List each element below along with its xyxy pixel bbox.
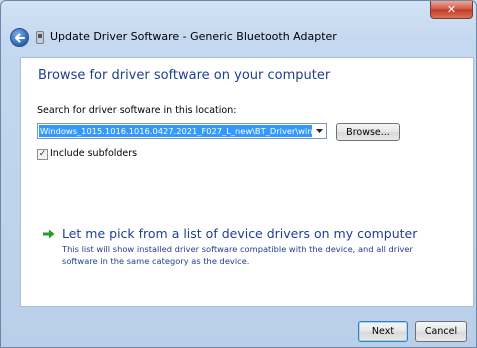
include-subfolders-checkbox[interactable]: ✓ bbox=[37, 149, 48, 160]
pick-from-list-description: This list will show installed driver sof… bbox=[62, 243, 462, 267]
cancel-button[interactable]: Cancel bbox=[415, 321, 467, 342]
green-arrow-icon bbox=[43, 229, 55, 239]
window-title: Update Driver Software - Generic Bluetoo… bbox=[50, 30, 337, 43]
page-title: Browse for driver software on your compu… bbox=[38, 68, 331, 83]
search-location-label: Search for driver software in this locat… bbox=[37, 105, 237, 116]
next-button[interactable]: Next bbox=[358, 321, 408, 342]
pick-desc-line-1: This list will show installed driver sof… bbox=[62, 244, 413, 254]
path-combobox[interactable]: Windows_1015.1016.1016.0427.2021_F027_L_… bbox=[37, 123, 327, 139]
browse-button[interactable]: Browse... bbox=[336, 123, 400, 141]
title-bar: ✕ Update Driver Software - Generic Bluet… bbox=[1, 1, 476, 57]
include-subfolders-label[interactable]: Include subfolders bbox=[50, 148, 137, 159]
close-button[interactable]: ✕ bbox=[430, 1, 473, 19]
back-arrow-icon bbox=[15, 33, 25, 42]
button-bar: Next Cancel bbox=[1, 307, 476, 347]
update-driver-window: ✕ Update Driver Software - Generic Bluet… bbox=[0, 0, 477, 348]
chevron-down-icon bbox=[315, 129, 323, 133]
device-icon bbox=[36, 31, 44, 44]
close-icon: ✕ bbox=[446, 3, 457, 16]
pick-from-list-link[interactable]: Let me pick from a list of device driver… bbox=[62, 226, 417, 241]
content-panel: Browse for driver software on your compu… bbox=[20, 57, 474, 307]
path-input[interactable]: Windows_1015.1016.1016.0427.2021_F027_L_… bbox=[39, 125, 312, 137]
dropdown-button[interactable] bbox=[312, 124, 326, 138]
back-button[interactable] bbox=[10, 28, 29, 47]
pick-desc-line-2: software in the same category as the dev… bbox=[62, 256, 250, 266]
